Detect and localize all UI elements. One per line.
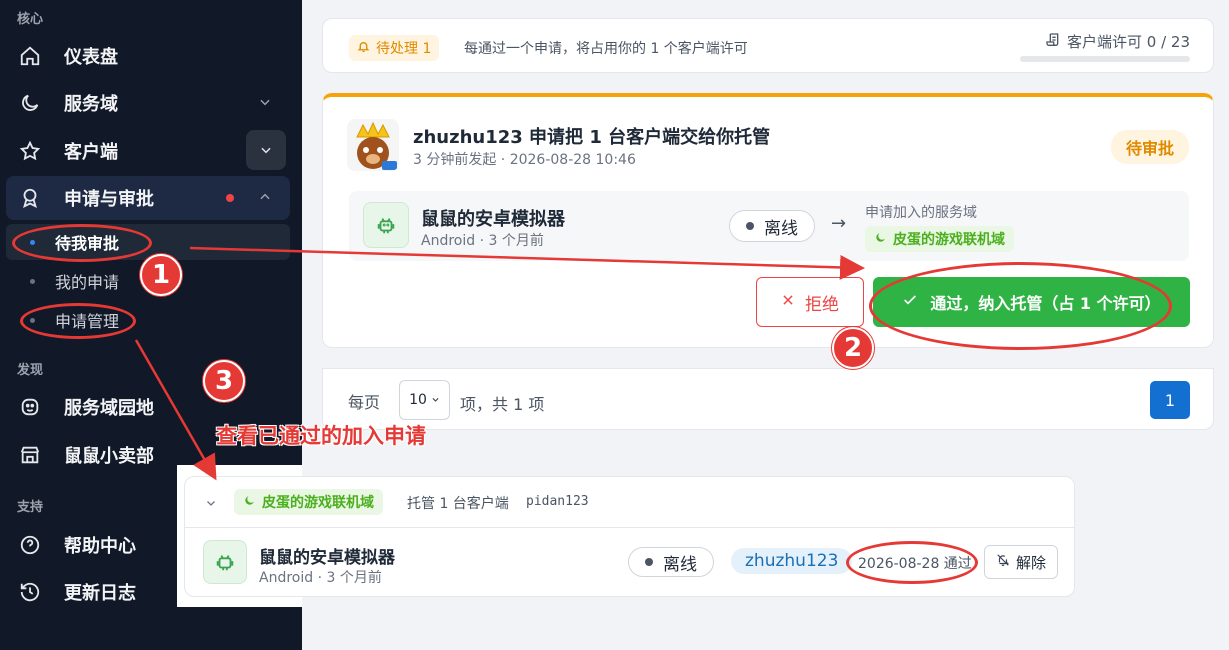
highlight-ellipse <box>12 224 152 262</box>
highlight-ellipse <box>20 303 136 339</box>
annotation-number-3: 3 <box>203 360 245 402</box>
highlight-ellipse <box>846 541 978 584</box>
highlight-ellipse <box>869 262 1172 350</box>
annotation-number-2: 2 <box>832 327 874 369</box>
arrow-1 <box>189 246 865 280</box>
annotation-caption: 查看已通过的加入申请 <box>216 424 426 448</box>
annotation-number-1: 1 <box>140 254 182 296</box>
arrow-3 <box>134 339 217 481</box>
